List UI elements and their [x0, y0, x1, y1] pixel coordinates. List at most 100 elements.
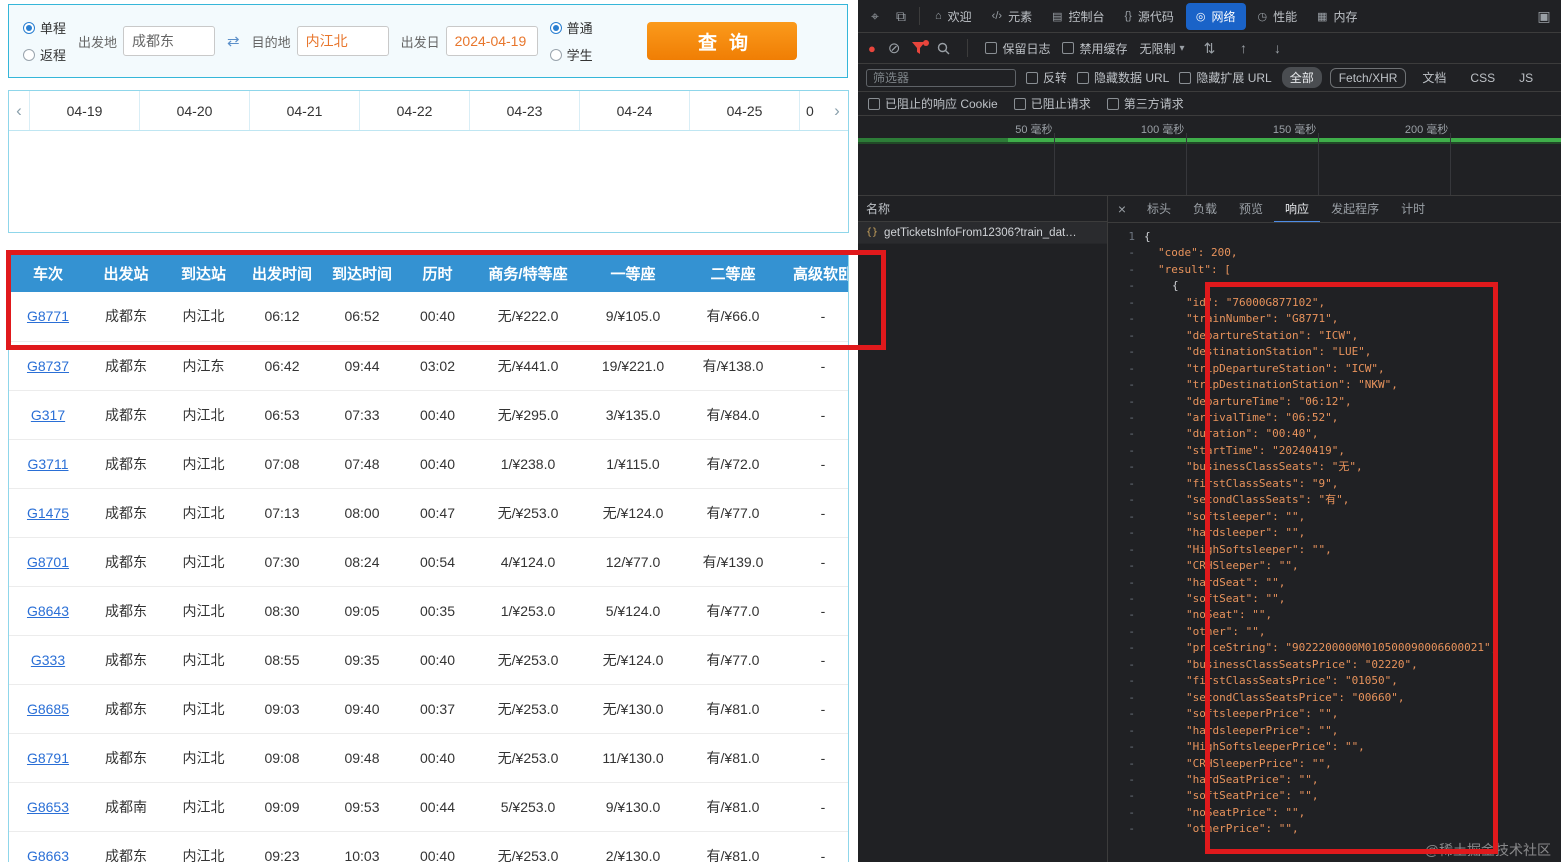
name-column-header[interactable]: 名称: [858, 196, 1107, 222]
swap-stations-icon[interactable]: ⇄: [227, 32, 240, 50]
cell: 成都东: [87, 635, 165, 685]
filter-type-chip[interactable]: 文档: [1414, 67, 1454, 88]
filter-checkbox[interactable]: 反转: [1026, 69, 1067, 86]
train-number-link[interactable]: G3711: [28, 456, 69, 472]
train-number-link[interactable]: G333: [31, 652, 65, 668]
date-tab[interactable]: 04-23: [469, 91, 579, 130]
device-toolbar-icon[interactable]: ⧉: [888, 8, 914, 25]
filter-checkbox[interactable]: 隐藏扩展 URL: [1179, 69, 1272, 86]
import-har-icon[interactable]: ↑: [1231, 40, 1257, 56]
blocked-options-bar: 已阻止的响应 Cookie 已阻止请求 第三方请求: [858, 92, 1561, 116]
date-tab[interactable]: 04-24: [579, 91, 689, 130]
line-gutter: -: [1128, 361, 1135, 375]
tab-elements[interactable]: ‹/› 元素: [982, 0, 1042, 32]
line-gutter: -: [1128, 394, 1135, 408]
passenger-type-radio[interactable]: 学生: [549, 45, 593, 64]
passenger-type-group: 普通 学生: [549, 18, 593, 64]
table-row: G8653 成都南 内江北 09:09 09:53 00:44 5/¥253.0 9/¥130…: [9, 782, 848, 832]
throttling-dropdown[interactable]: 无限制 ▾: [1139, 40, 1184, 57]
filter-type-chip[interactable]: JS: [1511, 69, 1541, 87]
cell: 有/¥139.0: [683, 537, 783, 587]
filter-type-chip[interactable]: 全部: [1281, 67, 1322, 88]
response-line: - "softSeat": "",: [1108, 591, 1561, 607]
tab-network[interactable]: ◎ 网络: [1185, 2, 1246, 30]
filter-toggle-icon[interactable]: [912, 40, 930, 54]
response-line: - "id": "76000G877102",: [1108, 295, 1561, 311]
train-number-link[interactable]: G8643: [27, 603, 69, 619]
filter-checkbox[interactable]: 隐藏数据 URL: [1077, 69, 1169, 86]
train-number-link[interactable]: G8663: [27, 848, 69, 862]
date-input[interactable]: [445, 26, 538, 56]
tab-memory[interactable]: ▦ 内存: [1307, 0, 1367, 32]
dock-side-icon[interactable]: ▣: [1531, 8, 1557, 25]
blocked-checkbox[interactable]: 已阻止的响应 Cookie: [868, 95, 998, 112]
query-button[interactable]: 查询: [647, 22, 797, 60]
train-number-link[interactable]: G8737: [27, 358, 69, 374]
train-number-link[interactable]: G8653: [27, 799, 69, 815]
radio-dot: [23, 48, 35, 61]
blocked-checkbox[interactable]: 第三方请求: [1106, 95, 1184, 112]
tab-sources[interactable]: {} 源代码: [1115, 0, 1184, 32]
detail-tab-发起程序[interactable]: 发起程序: [1320, 196, 1390, 222]
train-number-link[interactable]: G317: [31, 407, 65, 423]
date-tab[interactable]: 04-20: [139, 91, 249, 130]
line-gutter: -: [1128, 805, 1135, 819]
date-tab[interactable]: 04-22: [359, 91, 469, 130]
date-tab[interactable]: 04-19: [29, 91, 139, 130]
filter-input[interactable]: [866, 68, 1016, 87]
destination-input[interactable]: [296, 26, 389, 56]
filter-type-chip[interactable]: 字体: [1549, 67, 1553, 88]
train-number-link[interactable]: G8771: [27, 308, 69, 324]
detail-tab-响应[interactable]: 响应: [1274, 196, 1320, 222]
cell: 09:40: [322, 684, 402, 734]
train-number-link[interactable]: G8701: [27, 554, 69, 570]
export-har-icon[interactable]: ↓: [1265, 40, 1291, 56]
train-number-link[interactable]: G8685: [27, 701, 69, 717]
train-number-link[interactable]: G8791: [27, 750, 69, 766]
detail-tab-负载[interactable]: 负载: [1182, 196, 1228, 222]
tab-console[interactable]: ▤ 控制台: [1042, 0, 1114, 32]
passenger-type-radio[interactable]: 普通: [549, 18, 593, 37]
filter-type-chip[interactable]: Fetch/XHR: [1329, 67, 1407, 88]
tab-welcome[interactable]: ⌂ 欢迎: [925, 0, 982, 32]
record-network-log-button[interactable]: ●: [868, 41, 876, 56]
response-viewer[interactable]: 1{- "code": 200, - "result": [-{- "id": "760…: [1108, 223, 1561, 862]
blocked-checkbox[interactable]: 已阻止请求: [1013, 95, 1091, 112]
line-gutter: -: [1128, 262, 1135, 276]
close-icon[interactable]: ×: [1108, 201, 1136, 217]
network-overview-timeline[interactable]: 50 毫秒 100 毫秒 150 毫秒 200 毫秒: [858, 116, 1561, 196]
date-next-chevron-icon[interactable]: ›: [827, 91, 847, 130]
cell: 有/¥66.0: [683, 292, 783, 342]
trip-type-radio[interactable]: 返程: [23, 45, 66, 64]
tab-label: 源代码: [1137, 9, 1174, 24]
toolbar-checkbox[interactable]: 禁用缓存: [1062, 40, 1127, 57]
request-detail-pane: × 标头 负载 预览 响应 发起程序 计时 1{- "code": 200, - "result…: [1108, 196, 1561, 862]
response-code: "firstClassSeats": "9",: [1186, 476, 1339, 490]
train-number-link[interactable]: G1475: [27, 505, 69, 521]
tab-performance[interactable]: ◷ 性能: [1248, 0, 1308, 32]
cell: 成都东: [87, 586, 165, 636]
date-prev-chevron-icon[interactable]: ‹: [9, 91, 29, 130]
date-label: 出发日: [400, 34, 440, 50]
clear-network-log-button[interactable]: ⊘: [888, 39, 901, 57]
search-icon[interactable]: [937, 42, 950, 55]
line-gutter: -: [1128, 328, 1135, 342]
departure-input[interactable]: [123, 26, 216, 56]
response-line: - "businessClassSeats": "无",: [1108, 459, 1561, 475]
date-tab[interactable]: 0: [799, 91, 827, 130]
detail-tab-计时[interactable]: 计时: [1390, 196, 1436, 222]
date-tab[interactable]: 04-25: [689, 91, 799, 130]
waterfall-overview-bar: [858, 138, 1561, 142]
timeline-gridline: [1318, 133, 1319, 195]
inspect-element-icon[interactable]: ⌖: [862, 8, 888, 25]
toolbar-checkbox[interactable]: 保留日志: [985, 40, 1050, 57]
date-tab[interactable]: 04-21: [249, 91, 359, 130]
detail-tab-标头[interactable]: 标头: [1136, 196, 1182, 222]
network-request-row[interactable]: {} getTicketsInfoFrom12306?train_dat…: [858, 222, 1107, 244]
trip-type-radio[interactable]: 单程: [23, 18, 66, 37]
network-conditions-icon[interactable]: ⇅: [1197, 40, 1223, 57]
detail-tab-预览[interactable]: 预览: [1228, 196, 1274, 222]
cell: 00:40: [402, 831, 473, 862]
filter-type-chip[interactable]: CSS: [1462, 69, 1503, 87]
divider: [919, 7, 920, 25]
